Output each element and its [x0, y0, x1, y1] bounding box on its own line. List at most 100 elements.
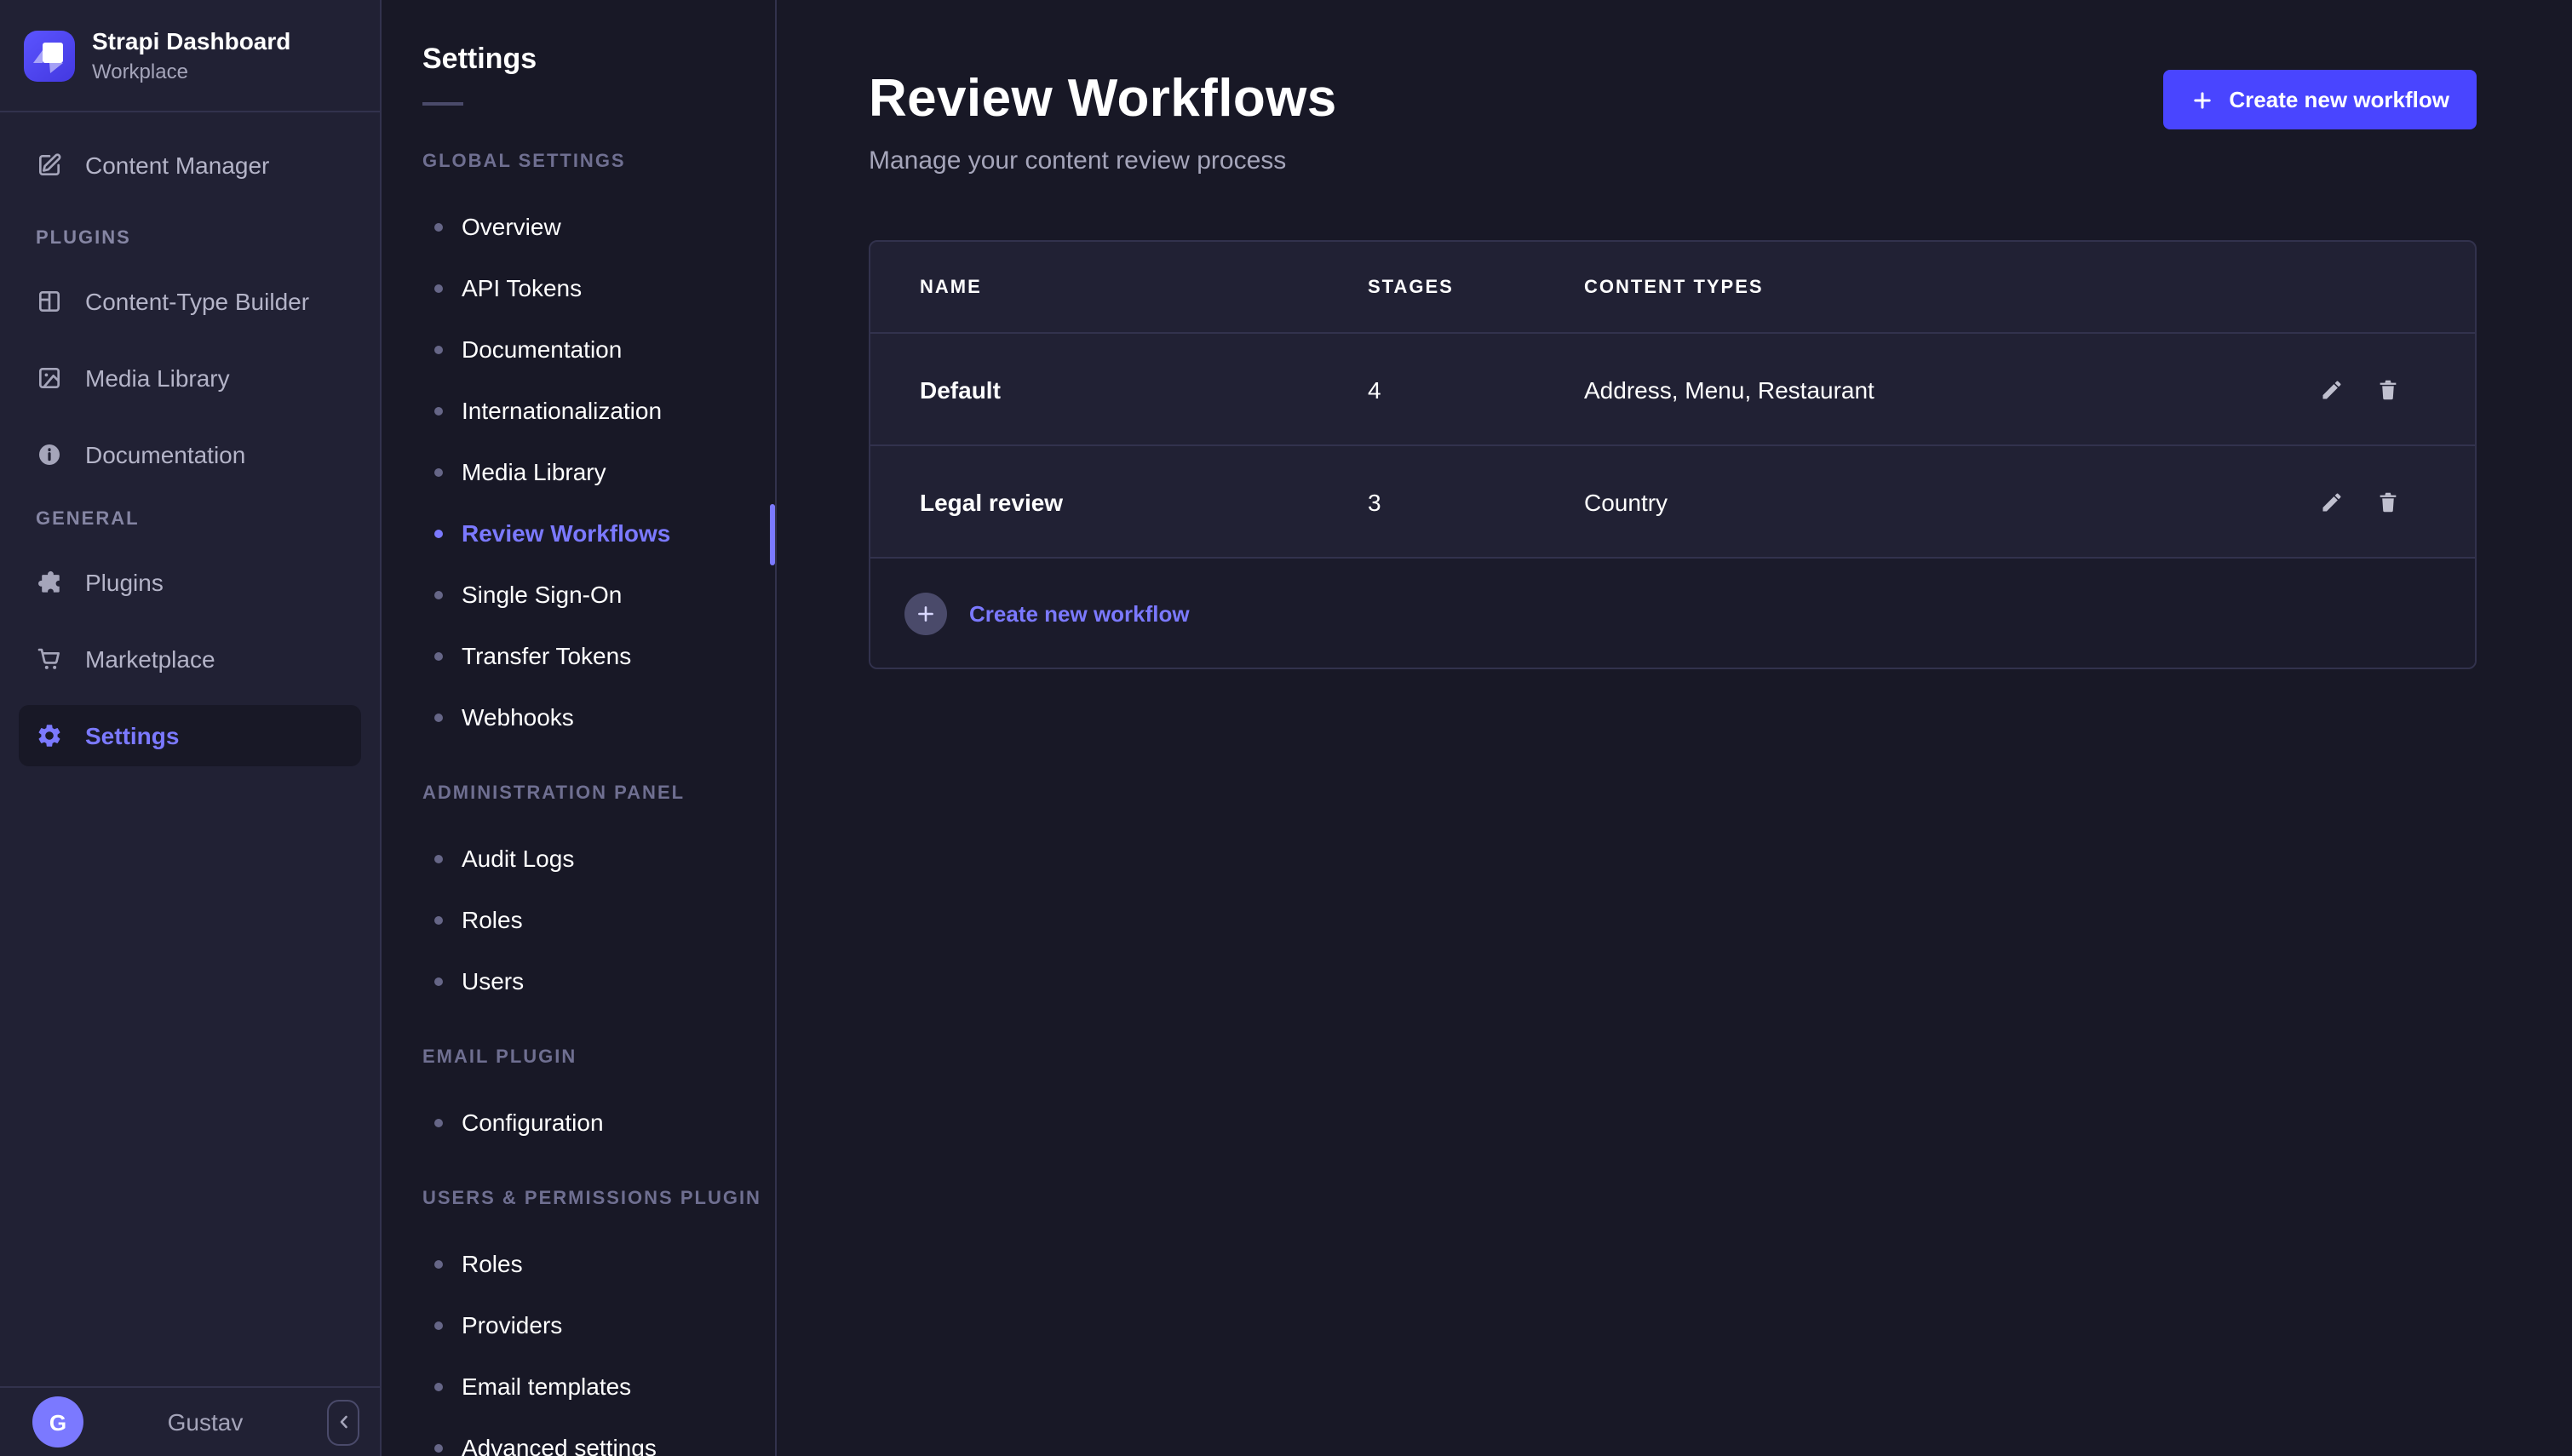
- subnav-item-label: Advanced settings: [462, 1434, 657, 1456]
- sidebar-item-marketplace[interactable]: Marketplace: [19, 628, 361, 690]
- column-header-name: NAME: [920, 277, 1368, 297]
- subnav-item-advanced-settings[interactable]: Advanced settings: [422, 1417, 775, 1456]
- subnav-item-label: Transfer Tokens: [462, 642, 631, 669]
- sidebar-item-label: Settings: [85, 722, 179, 749]
- subnav-item-media-library[interactable]: Media Library: [422, 441, 775, 502]
- delete-workflow-button[interactable]: [2376, 490, 2400, 513]
- subnav-item-internationalization[interactable]: Internationalization: [422, 380, 775, 441]
- subnav-section-email-plugin: EMAIL PLUGIN Configuration: [422, 1047, 775, 1153]
- subnav-item-label: Audit Logs: [462, 845, 574, 872]
- subnav-item-users[interactable]: Users: [422, 950, 775, 1012]
- workflow-name: Legal review: [920, 488, 1368, 515]
- trash-icon: [2376, 377, 2400, 401]
- subnav-section-label: GLOBAL SETTINGS: [422, 152, 775, 172]
- subnav-item-email-templates[interactable]: Email templates: [422, 1356, 775, 1417]
- bullet-icon: [434, 1259, 443, 1268]
- brand-subtitle: Workplace: [92, 60, 290, 84]
- subnav-title: Settings: [422, 43, 775, 77]
- subnav-item-label: Providers: [462, 1311, 562, 1338]
- subnav-item-review-workflows[interactable]: Review Workflows: [422, 502, 775, 564]
- table-row[interactable]: Default 4 Address, Menu, Restaurant: [870, 332, 2475, 444]
- pencil-icon: [2320, 377, 2344, 401]
- page-header-text: Review Workflows Manage your content rev…: [869, 68, 1337, 175]
- user-name: Gustav: [97, 1408, 313, 1436]
- strapi-logo-icon: [24, 30, 75, 81]
- workflow-content-types: Address, Menu, Restaurant: [1584, 375, 2264, 403]
- subnav-item-documentation[interactable]: Documentation: [422, 318, 775, 380]
- bullet-icon: [434, 222, 443, 231]
- subnav-item-api-tokens[interactable]: API Tokens: [422, 257, 775, 318]
- bullet-icon: [434, 345, 443, 353]
- bullet-icon: [434, 651, 443, 660]
- subnav-item-label: Configuration: [462, 1109, 604, 1136]
- chevron-left-icon: [333, 1412, 353, 1432]
- row-actions: [2264, 490, 2400, 513]
- image-icon: [36, 364, 63, 392]
- subnav-item-single-sign-on[interactable]: Single Sign-On: [422, 564, 775, 625]
- subnav-active-indicator: [770, 504, 775, 565]
- sidebar-item-plugins[interactable]: Plugins: [19, 552, 361, 613]
- bullet-icon: [434, 590, 443, 599]
- workflows-table: NAME STAGES CONTENT TYPES Default 4 Addr…: [869, 240, 2477, 669]
- cart-icon: [36, 645, 63, 673]
- table-row[interactable]: Legal review 3 Country: [870, 444, 2475, 557]
- sidebar-item-label: Content-Type Builder: [85, 288, 309, 315]
- subnav-item-label: Roles: [462, 1250, 523, 1277]
- table-footer-create-workflow[interactable]: Create new workflow: [870, 557, 2475, 668]
- create-workflow-button[interactable]: Create new workflow: [2162, 70, 2477, 129]
- sidebar-section-plugins: PLUGINS: [36, 228, 344, 249]
- bullet-icon: [434, 1382, 443, 1390]
- delete-workflow-button[interactable]: [2376, 377, 2400, 401]
- sidebar-item-media-library[interactable]: Media Library: [19, 347, 361, 409]
- bullet-icon: [434, 713, 443, 721]
- subnav-item-providers[interactable]: Providers: [422, 1294, 775, 1356]
- row-actions: [2264, 377, 2400, 401]
- sidebar-item-documentation[interactable]: Documentation: [19, 424, 361, 485]
- bullet-icon: [434, 977, 443, 985]
- sidebar-item-label: Marketplace: [85, 645, 215, 673]
- bullet-icon: [434, 1118, 443, 1126]
- subnav-item-audit-logs[interactable]: Audit Logs: [422, 828, 775, 889]
- sidebar-item-content-type-builder[interactable]: Content-Type Builder: [19, 271, 361, 332]
- column-header-stages: STAGES: [1368, 277, 1584, 297]
- workflow-name: Default: [920, 375, 1368, 403]
- bullet-icon: [434, 1443, 443, 1452]
- user-area: G Gustav: [0, 1386, 380, 1456]
- subnav-item-webhooks[interactable]: Webhooks: [422, 686, 775, 748]
- sidebar-item-content-manager[interactable]: Content Manager: [19, 135, 361, 196]
- brand-text: Strapi Dashboard Workplace: [92, 27, 290, 83]
- subnav-item-label: API Tokens: [462, 274, 582, 301]
- brand[interactable]: Strapi Dashboard Workplace: [0, 0, 380, 111]
- app-window: Strapi Dashboard Workplace Content Manag…: [0, 0, 2572, 1456]
- page-title: Review Workflows: [869, 68, 1337, 129]
- subnav-item-transfer-tokens[interactable]: Transfer Tokens: [422, 625, 775, 686]
- collapse-sidebar-button[interactable]: [327, 1399, 359, 1445]
- edit-workflow-button[interactable]: [2320, 490, 2344, 513]
- subnav-section-users-permissions-plugin: USERS & PERMISSIONS PLUGIN Roles Provide…: [422, 1189, 775, 1456]
- page-subtitle: Manage your content review process: [869, 146, 1337, 175]
- bullet-icon: [434, 406, 443, 415]
- main-content: Review Workflows Manage your content rev…: [777, 0, 2572, 1456]
- subnav-item-label: Documentation: [462, 335, 622, 363]
- edit-pen-icon: [36, 152, 63, 179]
- subnav-item-label: Users: [462, 967, 524, 995]
- subnav-item-up-roles[interactable]: Roles: [422, 1233, 775, 1294]
- subnav-item-label: Overview: [462, 213, 561, 240]
- brand-title: Strapi Dashboard: [92, 27, 290, 56]
- subnav-item-label: Roles: [462, 906, 523, 933]
- page-header: Review Workflows Manage your content rev…: [869, 68, 2477, 175]
- subnav-section-label: USERS & PERMISSIONS PLUGIN: [422, 1189, 775, 1209]
- user-avatar[interactable]: G: [32, 1396, 83, 1447]
- table-footer-label: Create new workflow: [969, 600, 1190, 626]
- sidebar-item-label: Plugins: [85, 569, 164, 596]
- edit-workflow-button[interactable]: [2320, 377, 2344, 401]
- subnav-item-overview[interactable]: Overview: [422, 196, 775, 257]
- bullet-icon: [434, 915, 443, 924]
- sidebar-item-label: Documentation: [85, 441, 245, 468]
- workflow-stages: 3: [1368, 488, 1584, 515]
- subnav-section-label: ADMINISTRATION PANEL: [422, 783, 775, 804]
- sidebar-item-settings[interactable]: Settings: [19, 705, 361, 766]
- puzzle-icon: [36, 569, 63, 596]
- subnav-item-configuration[interactable]: Configuration: [422, 1092, 775, 1153]
- subnav-item-roles[interactable]: Roles: [422, 889, 775, 950]
